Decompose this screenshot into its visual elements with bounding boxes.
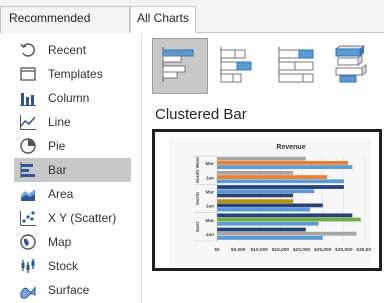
line-chart-icon [18, 112, 38, 132]
subtype-stacked-bar[interactable] [210, 38, 266, 94]
category-label: Mar [205, 161, 214, 167]
category-label: Mar [205, 189, 214, 195]
sidebar-item-line[interactable]: Line [14, 110, 131, 134]
chart-preview[interactable]: Revenue $0 $5,000 $10,000 $15,000 $20,000 $25,… [152, 129, 382, 271]
x-tick-label: $20,000 [293, 247, 311, 253]
sidebar-divider [141, 34, 142, 303]
sidebar-item-label: Recent [48, 43, 87, 57]
scatter-chart-icon [18, 208, 38, 228]
bar [217, 189, 315, 194]
sidebar-item-stock[interactable]: Stock [14, 254, 131, 278]
x-tick-label: $35,000 [356, 247, 371, 253]
group-label: North [195, 192, 201, 205]
group-label: South West [195, 157, 201, 184]
category-label: Mar [205, 218, 214, 224]
pie-chart-icon [18, 136, 38, 156]
sidebar-item-label: Map [48, 235, 72, 249]
templates-icon [18, 64, 38, 84]
sidebar-item-map[interactable]: Map [14, 230, 131, 254]
sidebar-item-templates[interactable]: Templates [14, 62, 131, 86]
group-label: East [195, 221, 201, 232]
sidebar-item-surface[interactable]: Surface [14, 278, 131, 302]
chart-type-list: Recent Templates Column Line Pie Bar Are… [0, 34, 140, 303]
sidebar-item-label: Pie [48, 139, 66, 153]
sidebar-item-scatter[interactable]: X Y (Scatter) [14, 206, 131, 230]
x-tick-label: $5,000 [231, 247, 246, 253]
sidebar-item-recent[interactable]: Recent [14, 38, 131, 62]
area-chart-icon [18, 184, 38, 204]
sidebar-item-bar[interactable]: Bar [14, 158, 131, 182]
subtype-100-percent-stacked-bar[interactable] [268, 38, 324, 94]
sidebar-item-area[interactable]: Area [14, 182, 131, 206]
sidebar-item-pie[interactable]: Pie [14, 134, 131, 158]
sidebar-item-label: Surface [48, 283, 90, 297]
bar [217, 231, 357, 236]
bar [217, 165, 353, 169]
bar [217, 185, 344, 189]
100-percent-stacked-bar-icon [276, 44, 316, 89]
bar [217, 221, 319, 226]
bar [217, 227, 306, 232]
bar [217, 170, 294, 175]
tab-all-charts[interactable]: All Charts [130, 6, 196, 33]
stacked-bar-icon [218, 44, 258, 89]
bar-chart-icon [18, 160, 38, 180]
recent-icon [18, 40, 38, 60]
tab-recommended-charts[interactable]: Recommended Charts [0, 6, 130, 47]
subtype-3d-clustered-bar[interactable] [324, 38, 380, 94]
x-tick-label: $25,000 [314, 247, 332, 253]
category-label: Jan [206, 204, 214, 210]
bar [217, 175, 327, 179]
bar [217, 179, 344, 184]
subtype-clustered-bar[interactable] [152, 38, 208, 94]
chart-type-tabbar: Recommended Charts All Charts [0, 0, 384, 47]
bar [217, 199, 294, 204]
bar [217, 207, 311, 212]
bar [217, 203, 323, 208]
x-tick-label: $30,000 [335, 247, 353, 253]
sidebar-item-label: X Y (Scatter) [48, 211, 117, 225]
clustered-bar-icon [160, 44, 200, 89]
bar [217, 236, 323, 240]
map-chart-icon [18, 232, 38, 252]
bar [217, 156, 306, 161]
3d-clustered-bar-icon [332, 44, 372, 89]
chart-preview-area: Revenue $0 $5,000 $10,000 $15,000 $20,000 $25,… [169, 138, 371, 266]
sidebar-item-label: Area [48, 187, 74, 201]
chart-subtype-gallery [152, 38, 378, 94]
x-tick-label: $10,000 [251, 247, 269, 253]
sidebar-item-label: Line [48, 115, 71, 129]
column-chart-icon [18, 88, 38, 108]
x-tick-label: $0 [214, 247, 220, 253]
sidebar-item-label: Templates [48, 67, 103, 81]
chart-subtype-heading: Clustered Bar [155, 106, 247, 123]
sidebar-item-label: Column [48, 91, 90, 105]
category-label: Jan [206, 175, 214, 181]
bar [217, 217, 361, 222]
category-label: Jan [206, 232, 214, 238]
sidebar-item-column[interactable]: Column [14, 86, 131, 110]
bar [217, 160, 349, 165]
chart-title: Revenue [276, 144, 305, 151]
surface-chart-icon [18, 280, 38, 300]
bar [217, 193, 294, 198]
sidebar-item-label: Stock [48, 259, 79, 273]
revenue-bar-chart: Revenue $0 $5,000 $10,000 $15,000 $20,000 $25,… [193, 144, 371, 253]
stock-chart-icon [18, 256, 38, 276]
sidebar-item-label: Bar [48, 163, 67, 177]
x-tick-label: $15,000 [272, 247, 290, 253]
bar [217, 213, 353, 218]
